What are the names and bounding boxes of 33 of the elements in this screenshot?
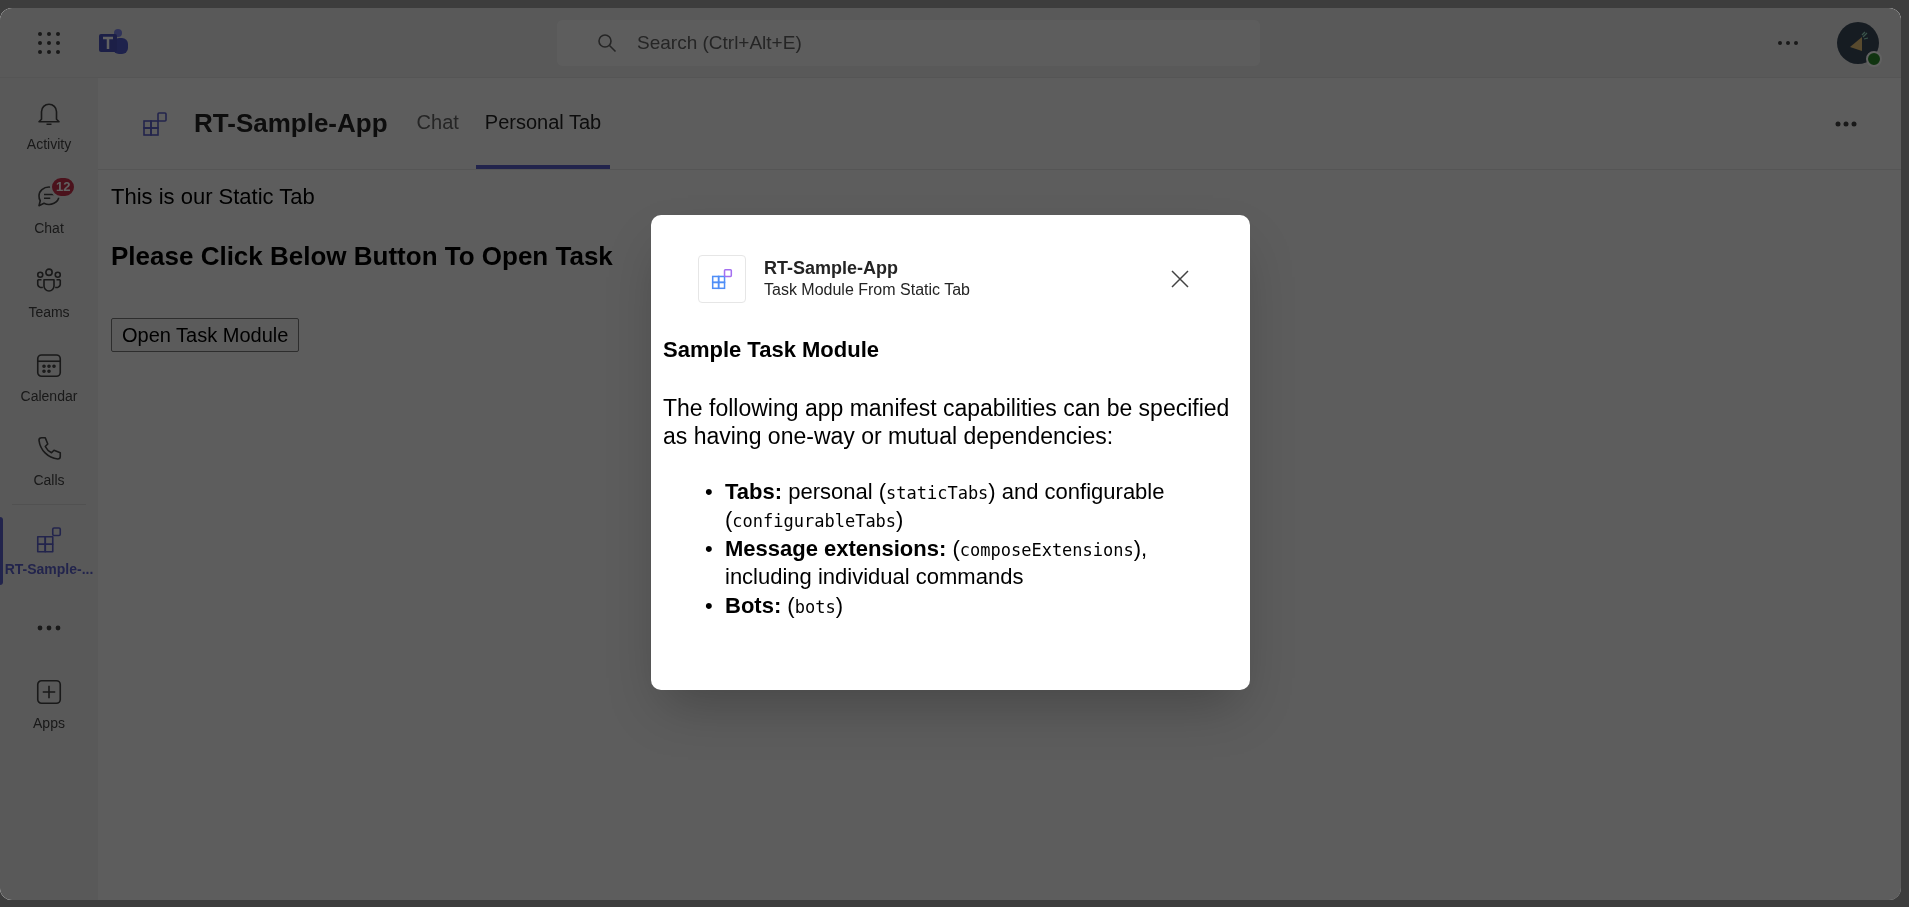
open-task-module-button[interactable]: Open Task Module <box>111 318 300 352</box>
search-icon <box>597 32 617 53</box>
bullet: • <box>705 535 714 563</box>
more-icon[interactable] <box>1835 120 1857 127</box>
intro-text: This is our Static Tab <box>111 183 316 211</box>
unread-count: 12 <box>50 176 77 198</box>
close-icon[interactable] <box>1170 269 1190 289</box>
rail-item[interactable]: Teams <box>0 252 98 336</box>
app-launcher-icon[interactable] <box>37 30 61 55</box>
app-title: RT-Sample-App <box>194 107 388 140</box>
app-icon <box>711 268 733 290</box>
avatar[interactable] <box>1837 21 1879 64</box>
capability-item: Tabs: personal (staticTabs) and configurable (configurableTabs) <box>725 478 1166 534</box>
tab[interactable]: Chat <box>407 78 468 169</box>
app-icon <box>142 110 168 137</box>
rail-item[interactable]: Activity <box>0 84 98 168</box>
bullet: • <box>705 592 714 620</box>
more-icon[interactable] <box>1777 39 1799 46</box>
rail-item[interactable]: Calls <box>0 420 98 504</box>
rail-item[interactable]: Apps <box>0 663 98 747</box>
capability-item: Bots: (bots) <box>725 592 843 620</box>
rail-item[interactable]: Calendar <box>0 336 98 420</box>
page-heading: Please Click Below Button To Open Task <box>111 240 613 273</box>
tab[interactable]: Personal Tab <box>475 78 611 169</box>
dialog-subtitle: Task Module From Static Tab <box>764 280 970 300</box>
more-icon[interactable] <box>37 625 61 631</box>
bullet: • <box>705 478 714 506</box>
rail-item[interactable]: 12 Chat <box>0 168 98 252</box>
search-field[interactable]: Search (Ctrl+Alt+E) <box>557 19 1260 66</box>
capability-item: Message extensions: (composeExtensions), including individual commands <box>725 535 1149 591</box>
dialog-title: RT-Sample-App <box>764 257 899 279</box>
dialog-paragraph: The following app manifest capabilities can be specified as having one-way or mutual dependencies: <box>663 394 1231 450</box>
dialog-heading: Sample Task Module <box>663 336 880 364</box>
